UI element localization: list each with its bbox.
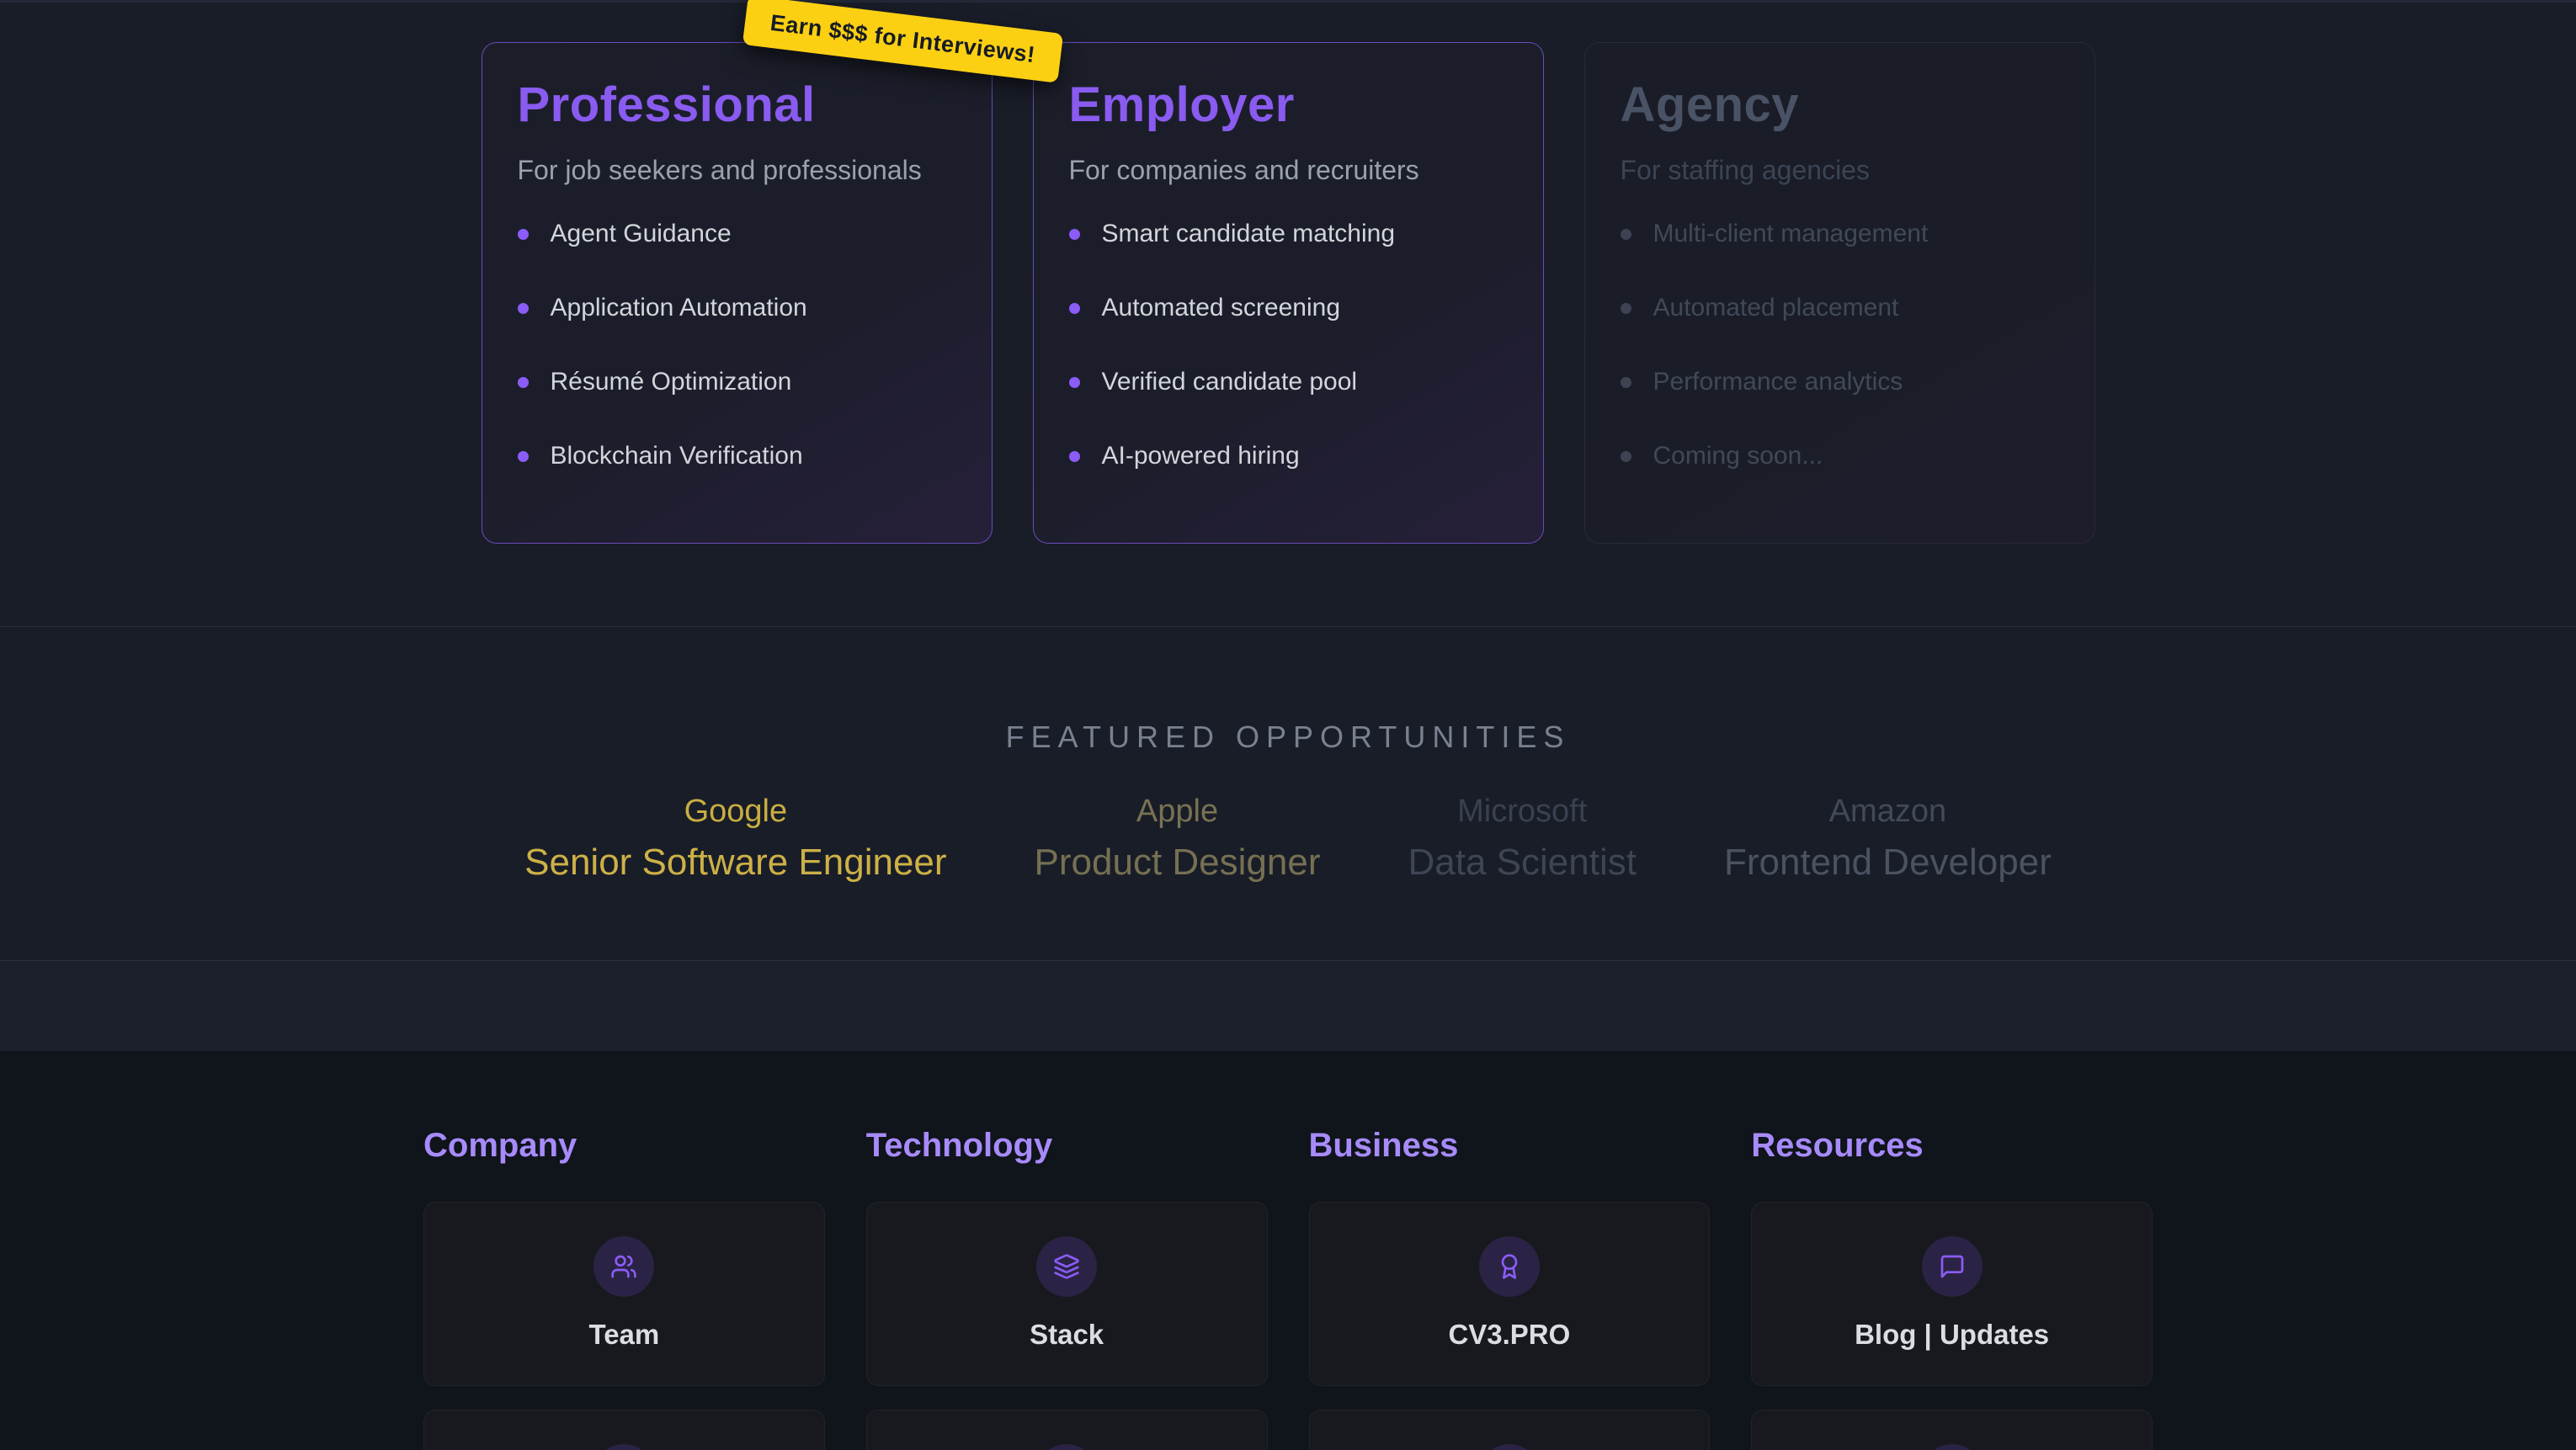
plan-feature: Coming soon... bbox=[1621, 442, 2059, 470]
feature-label: AI-powered hiring bbox=[1102, 442, 1300, 470]
plan-feature: Blockchain Verification bbox=[518, 442, 956, 470]
bullet-icon bbox=[1621, 229, 1631, 240]
footer-card-team[interactable]: Team bbox=[423, 1202, 825, 1386]
footer-column-technology: Technology Stack bbox=[866, 1127, 1268, 1450]
footer-column-title: Technology bbox=[866, 1127, 1268, 1165]
plan-description: For companies and recruiters bbox=[1069, 155, 1508, 186]
plan-feature: Application Automation bbox=[518, 294, 956, 322]
bullet-icon bbox=[1621, 377, 1631, 388]
featured-job-apple[interactable]: Apple Product Designer bbox=[1035, 794, 1321, 884]
plan-title: Agency bbox=[1621, 77, 2059, 133]
job-company: Amazon bbox=[1724, 794, 2052, 830]
plan-cards-row: Professional For job seekers and profess… bbox=[0, 42, 2576, 544]
plan-feature: Verified candidate pool bbox=[1069, 368, 1508, 396]
bullet-icon bbox=[1621, 303, 1631, 314]
footer-column-title: Resources bbox=[1751, 1127, 2153, 1165]
job-company: Microsoft bbox=[1408, 794, 1637, 830]
bullet-icon bbox=[1069, 303, 1080, 314]
users-icon bbox=[593, 1236, 654, 1297]
footer-card-blog[interactable]: Blog | Updates bbox=[1751, 1202, 2153, 1386]
feature-label: Application Automation bbox=[551, 294, 807, 322]
plan-feature-list: Agent Guidance Application Automation Ré… bbox=[518, 220, 956, 470]
plan-card-agency: Agency For staffing agencies Multi-clien… bbox=[1584, 42, 2095, 544]
feature-label: Automated screening bbox=[1102, 294, 1341, 322]
layers-icon bbox=[1036, 1236, 1097, 1297]
footer-card-partial[interactable] bbox=[423, 1410, 825, 1450]
feature-label: Coming soon... bbox=[1653, 442, 1823, 470]
feature-label: Résumé Optimization bbox=[551, 368, 792, 396]
plan-description: For staffing agencies bbox=[1621, 155, 2059, 186]
award-icon bbox=[1479, 1236, 1540, 1297]
bullet-icon bbox=[1621, 451, 1631, 462]
bullet-icon bbox=[518, 377, 529, 388]
bullet-icon bbox=[518, 229, 529, 240]
plan-feature-list: Smart candidate matching Automated scree… bbox=[1069, 220, 1508, 470]
featured-opportunities-section: FEATURED OPPORTUNITIES Google Senior Sof… bbox=[0, 627, 2576, 961]
footer-card-label: Stack bbox=[1030, 1319, 1104, 1351]
footer-card-label: CV3.PRO bbox=[1448, 1319, 1570, 1351]
feature-label: Blockchain Verification bbox=[551, 442, 803, 470]
job-role: Data Scientist bbox=[1408, 842, 1637, 884]
job-company: Apple bbox=[1035, 794, 1321, 830]
footer-card-icon bbox=[593, 1444, 654, 1450]
featured-jobs-row: Google Senior Software Engineer Apple Pr… bbox=[0, 794, 2576, 884]
footer-card-label: Blog | Updates bbox=[1855, 1319, 2049, 1351]
feature-label: Automated placement bbox=[1653, 294, 1899, 322]
plan-card-professional[interactable]: Professional For job seekers and profess… bbox=[482, 42, 993, 544]
footer-card-stack[interactable]: Stack bbox=[866, 1202, 1268, 1386]
plan-feature: Performance analytics bbox=[1621, 368, 2059, 396]
job-role: Senior Software Engineer bbox=[524, 842, 946, 884]
bullet-icon bbox=[1069, 229, 1080, 240]
job-company: Google bbox=[524, 794, 946, 830]
chat-bubble-icon bbox=[1922, 1236, 1983, 1297]
bullet-icon bbox=[1069, 377, 1080, 388]
job-role: Frontend Developer bbox=[1724, 842, 2052, 884]
footer-card-partial[interactable] bbox=[1309, 1410, 1711, 1450]
job-role: Product Designer bbox=[1035, 842, 1321, 884]
plan-title: Employer bbox=[1069, 77, 1508, 133]
plan-feature: Agent Guidance bbox=[518, 220, 956, 248]
footer-grid: Company Team Technology Stack bbox=[423, 1127, 2153, 1450]
footer-column-title: Company bbox=[423, 1127, 825, 1165]
plan-feature: Multi-client management bbox=[1621, 220, 2059, 248]
plan-feature: Automated screening bbox=[1069, 294, 1508, 322]
featured-job-google[interactable]: Google Senior Software Engineer bbox=[524, 794, 946, 884]
pricing-section: Earn $$$ for Interviews! Professional Fo… bbox=[0, 0, 2576, 627]
feature-label: Verified candidate pool bbox=[1102, 368, 1358, 396]
footer-column-resources: Resources Blog | Updates bbox=[1751, 1127, 2153, 1450]
footer-card-icon bbox=[1036, 1444, 1097, 1450]
feature-label: Agent Guidance bbox=[551, 220, 732, 248]
footer-card-partial[interactable] bbox=[866, 1410, 1268, 1450]
plan-feature: Automated placement bbox=[1621, 294, 2059, 322]
bullet-icon bbox=[518, 451, 529, 462]
feature-label: Performance analytics bbox=[1653, 368, 1903, 396]
footer-column-business: Business CV3.PRO bbox=[1309, 1127, 1711, 1450]
plan-title: Professional bbox=[518, 77, 956, 133]
plan-feature: AI-powered hiring bbox=[1069, 442, 1508, 470]
footer-card-cv3pro[interactable]: CV3.PRO bbox=[1309, 1202, 1711, 1386]
bullet-icon bbox=[518, 303, 529, 314]
footer-card-label: Team bbox=[588, 1319, 659, 1351]
footer-column-title: Business bbox=[1309, 1127, 1711, 1165]
footer: Company Team Technology Stack bbox=[0, 1051, 2576, 1450]
footer-card-icon bbox=[1922, 1444, 1983, 1450]
featured-job-amazon[interactable]: Amazon Frontend Developer bbox=[1724, 794, 2052, 884]
footer-card-icon bbox=[1479, 1444, 1540, 1450]
featured-job-microsoft[interactable]: Microsoft Data Scientist bbox=[1408, 794, 1637, 884]
bullet-icon bbox=[1069, 451, 1080, 462]
plan-feature: Smart candidate matching bbox=[1069, 220, 1508, 248]
plan-description: For job seekers and professionals bbox=[518, 155, 956, 186]
plan-card-employer[interactable]: Employer For companies and recruiters Sm… bbox=[1033, 42, 1544, 544]
footer-column-company: Company Team bbox=[423, 1127, 825, 1450]
plan-feature: Résumé Optimization bbox=[518, 368, 956, 396]
feature-label: Multi-client management bbox=[1653, 220, 1929, 248]
plan-feature-list: Multi-client management Automated placem… bbox=[1621, 220, 2059, 470]
section-spacer bbox=[0, 961, 2576, 1051]
featured-title: FEATURED OPPORTUNITIES bbox=[0, 720, 2576, 755]
feature-label: Smart candidate matching bbox=[1102, 220, 1396, 248]
footer-card-partial[interactable] bbox=[1751, 1410, 2153, 1450]
